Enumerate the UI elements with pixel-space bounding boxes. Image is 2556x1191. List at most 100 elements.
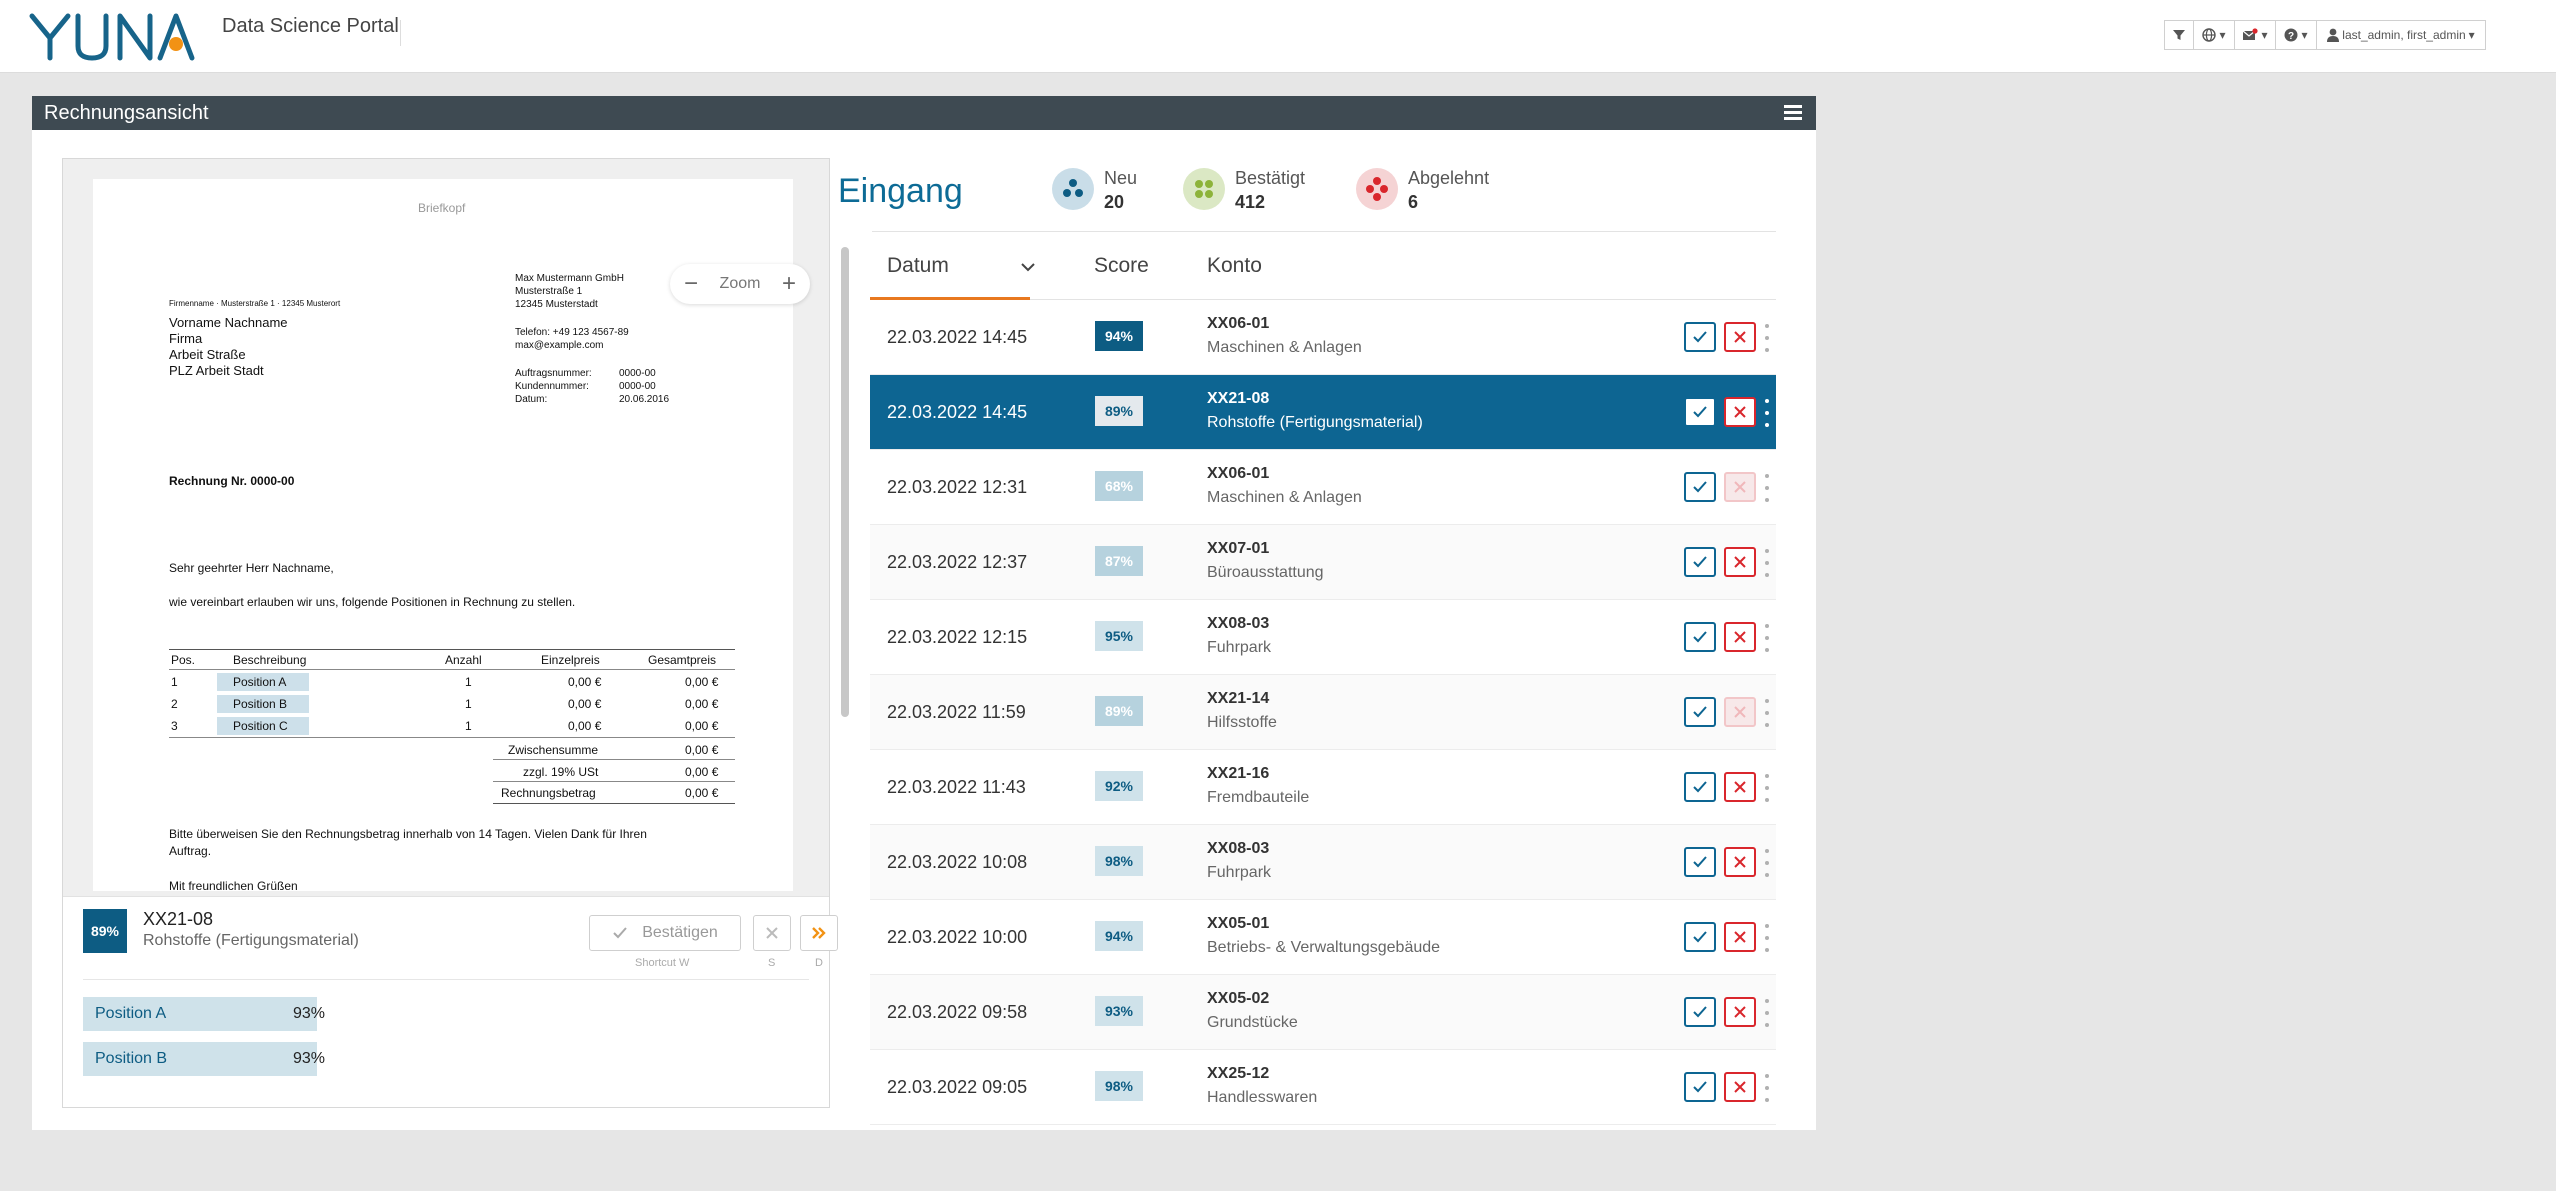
table-row[interactable]: 22.03.2022 14:45 89% XX21-08 Rohstoffe (Fer… xyxy=(870,375,1776,450)
doc-td: 0,00 € xyxy=(685,675,719,689)
row-score-badge: 94% xyxy=(1095,921,1143,951)
viewer-scrollbar[interactable] xyxy=(841,247,849,717)
language-button[interactable]: ▾ xyxy=(2193,20,2235,50)
row-date: 22.03.2022 14:45 xyxy=(887,402,1028,422)
row-account-code: XX21-14 xyxy=(1207,690,1270,707)
shortcut-hint-confirm: Shortcut W xyxy=(635,957,690,969)
table-row[interactable]: 22.03.2022 14:45 94% XX06-01 Maschinen & An… xyxy=(870,300,1776,375)
check-icon xyxy=(1693,481,1707,493)
column-header-account[interactable]: Konto xyxy=(1207,254,1262,278)
doc-contact-line: max@example.com xyxy=(515,340,604,351)
row-score-badge: 93% xyxy=(1095,996,1143,1026)
chevron-down-icon[interactable] xyxy=(1020,260,1036,274)
row-reject-button[interactable] xyxy=(1724,847,1756,877)
row-date: 22.03.2022 09:05 xyxy=(887,1077,1028,1097)
confirm-button[interactable]: Bestätigen xyxy=(589,915,741,951)
row-confirm-button[interactable] xyxy=(1684,997,1716,1027)
row-confirm-button[interactable] xyxy=(1684,397,1716,427)
row-more-icon[interactable] xyxy=(1764,324,1770,352)
hamburger-menu-icon[interactable] xyxy=(1784,105,1802,121)
stats-divider xyxy=(872,231,1776,232)
doc-salutation: Sehr geehrter Herr Nachname, xyxy=(169,561,334,575)
zoom-in-button[interactable]: + xyxy=(780,272,798,296)
account-code: XX21-08 xyxy=(143,909,214,929)
position-score-bar[interactable]: Position A 93% xyxy=(83,997,325,1031)
table-row[interactable]: 22.03.2022 09:05 98% XX25-12 Handlesswaren xyxy=(870,1050,1776,1125)
doc-meta-label: Datum: xyxy=(515,394,548,405)
row-more-icon[interactable] xyxy=(1764,549,1770,577)
row-reject-button[interactable] xyxy=(1724,997,1756,1027)
column-header-score[interactable]: Score xyxy=(1094,254,1149,278)
row-confirm-button[interactable] xyxy=(1684,772,1716,802)
row-reject-button[interactable] xyxy=(1724,397,1756,427)
table-row[interactable]: 22.03.2022 10:08 98% XX08-03 Fuhrpark xyxy=(870,825,1776,900)
row-account-name: Maschinen & Anlagen xyxy=(1207,489,1362,506)
row-reject-button[interactable] xyxy=(1724,322,1756,352)
doc-th: Einzelpreis xyxy=(541,653,600,667)
table-row[interactable]: 22.03.2022 11:59 89% XX21-14 Hilfsstoffe xyxy=(870,675,1776,750)
messages-button[interactable]: ▾ xyxy=(2234,20,2276,50)
question-icon: ? xyxy=(2284,28,2298,42)
table-row[interactable]: 22.03.2022 10:00 94% XX05-01 Betriebs- & Ve… xyxy=(870,900,1776,975)
row-confirm-button[interactable] xyxy=(1684,922,1716,952)
row-reject-button[interactable] xyxy=(1724,472,1756,502)
row-confirm-button[interactable] xyxy=(1684,697,1716,727)
row-more-icon[interactable] xyxy=(1764,774,1770,802)
row-reject-button[interactable] xyxy=(1724,697,1756,727)
caret-down-icon: ▾ xyxy=(2219,28,2226,42)
row-confirm-button[interactable] xyxy=(1684,472,1716,502)
table-row[interactable]: 22.03.2022 12:31 68% XX06-01 Maschinen & An… xyxy=(870,450,1776,525)
skip-button[interactable] xyxy=(800,915,838,951)
row-more-icon[interactable] xyxy=(1764,924,1770,952)
row-more-icon[interactable] xyxy=(1764,849,1770,877)
close-icon xyxy=(1734,1081,1746,1093)
row-more-icon[interactable] xyxy=(1764,1074,1770,1102)
doc-td: 0,00 € xyxy=(685,697,719,711)
table-row[interactable]: 22.03.2022 09:58 93% XX05-02 Grundstücke xyxy=(870,975,1776,1050)
zoom-out-button[interactable]: − xyxy=(682,272,700,296)
yuna-logo[interactable] xyxy=(28,8,198,64)
row-reject-button[interactable] xyxy=(1724,922,1756,952)
top-bar: Data Science Portal ▾ ▾ ? ▾ last_admin, … xyxy=(0,0,2556,73)
globe-icon xyxy=(2202,28,2217,42)
table-row[interactable]: 22.03.2022 12:37 87% XX07-01 Büroausstattun… xyxy=(870,525,1776,600)
user-menu[interactable]: last_admin, first_admin ▾ xyxy=(2316,20,2486,50)
row-more-icon[interactable] xyxy=(1764,699,1770,727)
row-confirm-button[interactable] xyxy=(1684,322,1716,352)
svg-text:?: ? xyxy=(2288,31,2294,42)
caret-down-icon: ▾ xyxy=(2301,28,2308,42)
help-button[interactable]: ? ▾ xyxy=(2275,20,2317,50)
check-icon xyxy=(1693,931,1707,943)
row-more-icon[interactable] xyxy=(1764,999,1770,1027)
row-reject-button[interactable] xyxy=(1724,1072,1756,1102)
row-date: 22.03.2022 12:31 xyxy=(887,477,1028,497)
row-more-icon[interactable] xyxy=(1764,474,1770,502)
filter-button[interactable] xyxy=(2164,20,2194,50)
table-row[interactable]: 22.03.2022 12:15 95% XX08-03 Fuhrpark xyxy=(870,600,1776,675)
position-score-bar[interactable]: Position B 93% xyxy=(83,1042,325,1076)
stat-label: Bestätigt xyxy=(1235,168,1306,188)
row-more-icon[interactable] xyxy=(1764,399,1770,427)
row-more-icon[interactable] xyxy=(1764,624,1770,652)
row-confirm-button[interactable] xyxy=(1684,622,1716,652)
position-label: Position B xyxy=(95,1050,168,1067)
reject-button[interactable] xyxy=(753,915,791,951)
doc-invoice-title: Rechnung Nr. 0000-00 xyxy=(169,474,295,488)
row-confirm-button[interactable] xyxy=(1684,547,1716,577)
row-account-code: XX21-16 xyxy=(1207,765,1270,782)
row-account-name: Betriebs- & Verwaltungsgebäude xyxy=(1207,939,1441,956)
check-icon xyxy=(1693,406,1707,418)
row-confirm-button[interactable] xyxy=(1684,847,1716,877)
doc-td: 0,00 € xyxy=(685,719,719,733)
row-reject-button[interactable] xyxy=(1724,772,1756,802)
row-reject-button[interactable] xyxy=(1724,622,1756,652)
envelope-icon xyxy=(2243,28,2259,40)
doc-td-highlighted: Position A xyxy=(217,673,309,691)
close-icon xyxy=(1734,781,1746,793)
row-reject-button[interactable] xyxy=(1724,547,1756,577)
row-confirm-button[interactable] xyxy=(1684,1072,1716,1102)
table-row[interactable]: 22.03.2022 11:43 92% XX21-16 Fremdbauteile xyxy=(870,750,1776,825)
column-header-date[interactable]: Datum xyxy=(887,254,949,278)
stat-label: Neu xyxy=(1104,168,1138,188)
top-controls: ▾ ▾ ? ▾ last_admin, first_admin ▾ xyxy=(2164,20,2486,50)
